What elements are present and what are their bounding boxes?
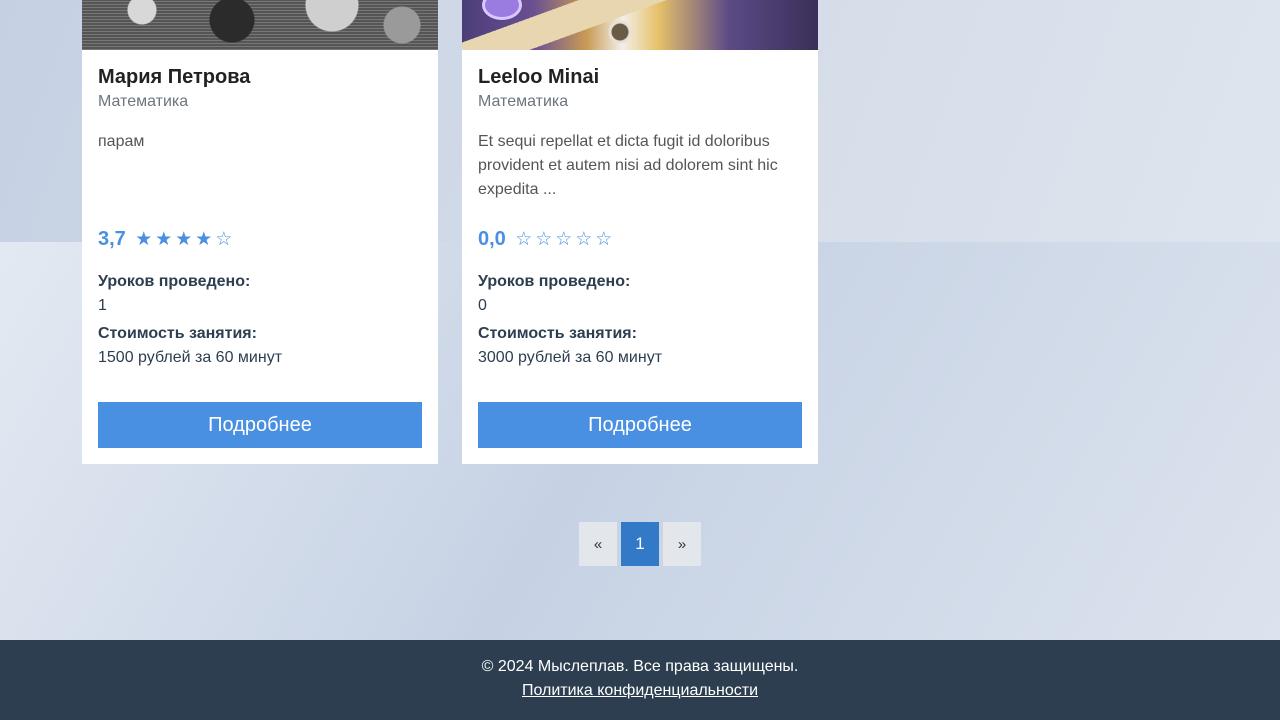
tutor-card: Мария Петрова Математика парам 3,7 ★ ★ ★… [82, 0, 438, 464]
tutor-name: Мария Петрова [98, 66, 251, 88]
star-outline-icon: ☆ [515, 229, 533, 250]
lessons-value: 0 [478, 297, 487, 314]
tutor-description: Et sequi repellat et dicta fugit id dolo… [478, 133, 778, 198]
star-outline-icon: ☆ [595, 229, 613, 250]
star-outline-icon: ☆ [535, 229, 553, 250]
details-button[interactable]: Подробнее [478, 402, 802, 448]
tutor-photo [82, 0, 438, 50]
rating-value: 3,7 [98, 228, 126, 250]
star-outline-icon: ☆ [215, 229, 233, 250]
price-label: Стоимость занятия: [98, 325, 257, 342]
star-icon: ★ [155, 229, 173, 250]
privacy-policy-link[interactable]: Политика конфиденциальности [522, 682, 758, 699]
star-icon: ★ [135, 229, 153, 250]
rating: 0,0 ☆ ☆ ☆ ☆ ☆ [478, 228, 614, 251]
tutor-name: Leeloo Minai [478, 66, 600, 88]
rating-value: 0,0 [478, 228, 506, 250]
star-icon: ★ [175, 229, 193, 250]
tutor-description: парам [98, 133, 145, 150]
pagination-prev-button[interactable]: « [579, 522, 617, 566]
lessons-label: Уроков проведено: [98, 273, 251, 290]
tutor-photo [462, 0, 818, 50]
lessons-label: Уроков проведено: [478, 273, 631, 290]
star-outline-icon: ☆ [575, 229, 593, 250]
tutor-subject: Математика [98, 93, 189, 110]
star-icon: ★ [195, 229, 213, 250]
price-value: 1500 рублей за 60 минут [98, 349, 283, 366]
price-label: Стоимость занятия: [478, 325, 637, 342]
footer-copyright: © 2024 Мыслеплав. Все права защищены. [481, 658, 799, 675]
lessons-value: 1 [98, 297, 107, 314]
pagination: « 1 » [579, 522, 701, 566]
footer: © 2024 Мыслеплав. Все права защищены. По… [0, 640, 1280, 720]
price-value: 3000 рублей за 60 минут [478, 349, 663, 366]
tutor-card: Leeloo Minai Математика Et sequi repella… [462, 0, 818, 464]
pagination-page-1[interactable]: 1 [621, 522, 659, 566]
tutor-subject: Математика [478, 93, 569, 110]
star-outline-icon: ☆ [555, 229, 573, 250]
pagination-next-button[interactable]: » [663, 522, 701, 566]
rating: 3,7 ★ ★ ★ ★ ☆ [98, 228, 234, 251]
details-button[interactable]: Подробнее [98, 402, 422, 448]
